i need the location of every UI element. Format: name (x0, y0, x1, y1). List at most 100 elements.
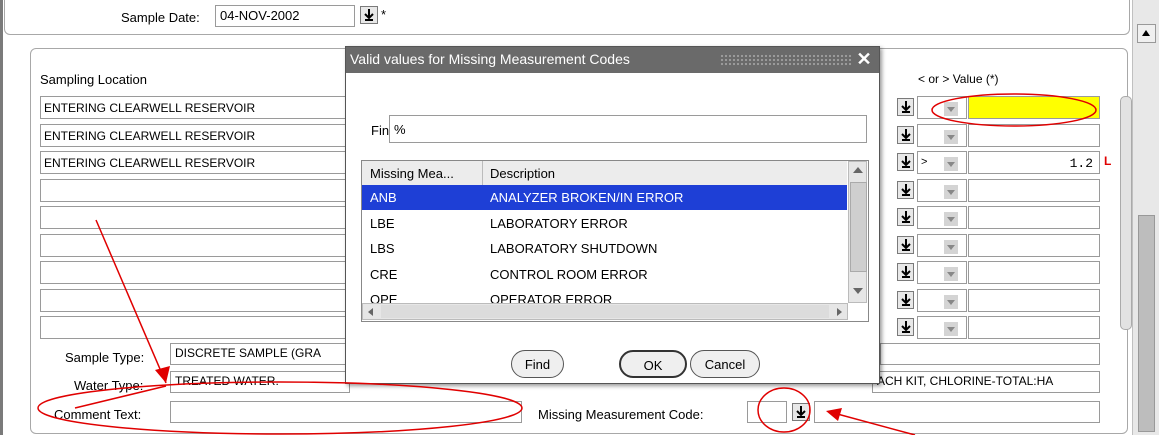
item-code: LBS (370, 241, 395, 256)
list-item[interactable]: ANB ANALYZER BROKEN/IN ERROR (362, 185, 847, 210)
scroll-thumb[interactable] (1138, 215, 1155, 432)
row-lov-button[interactable] (897, 291, 914, 309)
operator-value: > (921, 156, 928, 168)
chevron-down-icon (944, 102, 958, 116)
value-highlight (968, 96, 1100, 119)
title-grip (720, 54, 852, 66)
item-code: CRE (370, 266, 398, 282)
chevron-down-icon (944, 322, 958, 336)
value-cell[interactable] (968, 316, 1100, 339)
column-header-code[interactable]: Missing Mea... (370, 166, 454, 181)
row-lov-button[interactable] (897, 98, 914, 116)
chevron-right-icon[interactable] (837, 308, 842, 316)
value-cell[interactable] (968, 289, 1100, 312)
results-list: Missing Mea... Description ANB ANALYZER B… (361, 160, 869, 322)
download-arrow-icon (901, 294, 911, 306)
list-scroll-thumb[interactable] (850, 182, 867, 272)
row-lov-button[interactable] (897, 263, 914, 281)
missing-code-field[interactable] (747, 401, 787, 423)
scroll-up-button[interactable] (1137, 24, 1156, 43)
download-arrow-icon (901, 101, 911, 113)
list-item[interactable]: LBE LABORATORY ERROR (362, 211, 847, 236)
find-input[interactable]: % (389, 115, 867, 143)
value-cell[interactable] (968, 206, 1100, 229)
operator-select[interactable] (917, 179, 967, 202)
download-arrow-icon (901, 266, 911, 278)
sample-date-lov-button[interactable] (360, 6, 378, 24)
value-cell[interactable] (968, 179, 1100, 202)
list-item[interactable]: LBS LABORATORY SHUTDOWN (362, 236, 847, 261)
download-arrow-icon (901, 321, 911, 333)
sampling-location-cell[interactable]: ENTERING CLEARWELL RESERVOIR (40, 151, 352, 174)
ok-button[interactable]: OK (619, 350, 687, 378)
sample-type-field[interactable]: DISCRETE SAMPLE (GRA (170, 343, 350, 365)
sampling-location-cell[interactable] (40, 234, 352, 257)
cancel-button-label: Cancel (704, 357, 746, 372)
missing-code-field-right[interactable] (814, 401, 1100, 423)
sample-date-label: Sample Date: (121, 10, 200, 25)
list-hscroll-thumb[interactable] (381, 305, 829, 318)
comment-text-field[interactable] (170, 401, 522, 423)
item-code: LBE (370, 215, 395, 231)
operator-select[interactable]: > (917, 151, 967, 174)
water-type-label: Water Type: (74, 378, 144, 393)
water-type-field-right[interactable]: ACH KIT, CHLORINE-TOTAL:HA (872, 371, 1100, 393)
lov-dialog: Valid values for Missing Measurement Cod… (345, 46, 880, 384)
vertical-scrollbar[interactable] (1132, 0, 1159, 435)
value-cell[interactable]: 1.2 (968, 151, 1100, 174)
row-lov-button[interactable] (897, 236, 914, 254)
chevron-down-icon[interactable] (853, 288, 863, 294)
water-type-field[interactable]: TREATED WATER. (170, 371, 350, 393)
value-cell[interactable] (968, 261, 1100, 284)
list-vertical-scrollbar[interactable] (848, 161, 867, 303)
download-arrow-icon (364, 9, 374, 21)
sample-type-field-right[interactable] (880, 343, 1100, 365)
chevron-down-icon (944, 267, 958, 281)
operator-select[interactable] (917, 289, 967, 312)
cancel-button[interactable]: Cancel (690, 350, 760, 378)
value-header: < or > Value (*) (918, 72, 999, 86)
list-horizontal-scrollbar[interactable] (362, 303, 848, 320)
missing-code-lov-button[interactable] (792, 403, 810, 421)
grid-scrollbar[interactable] (1120, 96, 1132, 330)
chevron-down-icon (944, 212, 958, 226)
close-icon[interactable]: ✕ (855, 50, 873, 68)
operator-select[interactable] (917, 261, 967, 284)
ok-button-label: OK (643, 358, 663, 373)
value-cell[interactable] (968, 124, 1100, 147)
row-lov-button[interactable] (897, 181, 914, 199)
sampling-location-header: Sampling Location (40, 72, 147, 87)
sampling-location-cell[interactable] (40, 261, 352, 284)
column-divider (482, 161, 483, 185)
chevron-down-icon (944, 240, 958, 254)
sample-date-field[interactable]: 04-NOV-2002 (215, 5, 355, 27)
operator-select[interactable] (917, 234, 967, 257)
dialog-title-bar[interactable]: Valid values for Missing Measurement Cod… (346, 47, 879, 73)
operator-select[interactable] (917, 96, 967, 119)
comment-text-label: Comment Text: (54, 407, 142, 422)
row-lov-button[interactable] (897, 153, 914, 171)
sampling-location-cell[interactable] (40, 206, 352, 229)
sampling-location-cell[interactable]: ENTERING CLEARWELL RESERVOIR (40, 124, 352, 147)
dialog-title: Valid values for Missing Measurement Cod… (350, 51, 630, 67)
download-arrow-icon (901, 239, 911, 251)
sampling-location-cell[interactable] (40, 316, 352, 339)
operator-select[interactable] (917, 316, 967, 339)
sampling-location-cell[interactable] (40, 289, 352, 312)
sampling-location-cell[interactable]: ENTERING CLEARWELL RESERVOIR (40, 96, 352, 119)
column-header-description[interactable]: Description (490, 166, 555, 181)
chevron-up-icon[interactable] (853, 167, 863, 173)
operator-select[interactable] (917, 206, 967, 229)
row-lov-button[interactable] (897, 126, 914, 144)
list-item[interactable]: CRE CONTROL ROOM ERROR (362, 262, 847, 287)
operator-select[interactable] (917, 124, 967, 147)
value-cell[interactable] (968, 234, 1100, 257)
chevron-down-icon (944, 295, 958, 309)
row-lov-button[interactable] (897, 318, 914, 336)
find-button[interactable]: Find (511, 350, 564, 378)
item-description: CONTROL ROOM ERROR (490, 266, 648, 282)
sampling-location-cell[interactable] (40, 179, 352, 202)
chevron-left-icon[interactable] (368, 308, 373, 316)
row-lov-button[interactable] (897, 208, 914, 226)
missing-code-label: Missing Measurement Code: (538, 407, 704, 422)
